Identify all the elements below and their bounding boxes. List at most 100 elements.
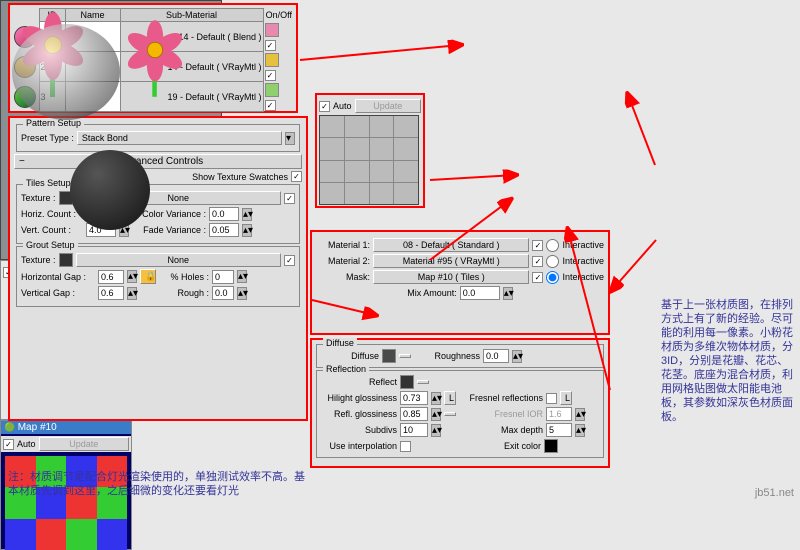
max-depth-field[interactable]: 5 bbox=[546, 423, 572, 437]
col-onoff: On/Off bbox=[263, 9, 293, 22]
rough-label: Rough : bbox=[159, 288, 209, 298]
vert-gap-field[interactable]: 0.6 bbox=[98, 286, 124, 300]
max-depth-label: Max depth bbox=[459, 425, 543, 435]
material2-button[interactable]: Material #95 ( VRayMtl ) bbox=[373, 254, 529, 268]
mask-radio[interactable] bbox=[546, 271, 559, 284]
mask-button[interactable]: Map #10 ( Tiles ) bbox=[373, 270, 529, 284]
refl-map-button[interactable] bbox=[444, 412, 456, 416]
color-swatch[interactable] bbox=[265, 83, 279, 97]
submaterial-button[interactable]: 19 - Default ( VRayMtl ) bbox=[120, 82, 263, 112]
tiles-setup-group: Tiles Setup Texture : None ✓ Horiz. Coun… bbox=[16, 184, 300, 244]
material2-radio[interactable] bbox=[546, 255, 559, 268]
spinner-icon[interactable]: ▴▾ bbox=[237, 270, 247, 283]
grout-texture-none-button[interactable]: None bbox=[76, 253, 281, 267]
spinner-icon[interactable]: ▴▾ bbox=[431, 392, 441, 405]
mix-amount-label: Mix Amount: bbox=[407, 288, 457, 298]
preview-grid-panel: ✓ Auto Update bbox=[315, 93, 425, 208]
holes-field[interactable]: 0 bbox=[212, 270, 234, 284]
interactive-label: Interactive bbox=[562, 272, 604, 282]
fade-variance-field[interactable]: 0.05 bbox=[209, 223, 239, 237]
color-swatch[interactable] bbox=[265, 23, 279, 37]
material1-radio[interactable] bbox=[546, 239, 559, 252]
refl-gloss-field[interactable]: 0.85 bbox=[400, 407, 428, 421]
reflect-label: Reflect bbox=[319, 377, 397, 387]
spinner-icon[interactable]: ▴▾ bbox=[575, 424, 585, 437]
rough-field[interactable]: 0.0 bbox=[212, 286, 234, 300]
grout-setup-group: Grout Setup Texture : None ✓ Horizontal … bbox=[16, 246, 300, 307]
spinner-icon[interactable]: ▴▾ bbox=[431, 424, 441, 437]
update-button[interactable]: Update bbox=[39, 437, 129, 451]
roughness-label: Roughness bbox=[414, 351, 480, 361]
reflection-legend: Reflection bbox=[323, 364, 369, 374]
spinner-icon[interactable]: ▴▾ bbox=[237, 287, 247, 300]
update-button[interactable]: Update bbox=[355, 99, 421, 113]
hilight-gloss-field[interactable]: 0.73 bbox=[400, 391, 428, 405]
spinner-icon[interactable]: ▴▾ bbox=[127, 287, 137, 300]
pattern-setup-group: Pattern Setup Preset Type : Stack Bond ▾ bbox=[16, 124, 300, 152]
preset-type-dropdown[interactable]: Stack Bond bbox=[77, 131, 282, 145]
onoff-checkbox[interactable]: ✓ bbox=[265, 70, 276, 81]
holes-label: % Holes : bbox=[159, 272, 209, 282]
exit-color-swatch[interactable] bbox=[544, 439, 558, 453]
spinner-icon[interactable]: ▴▾ bbox=[431, 408, 441, 421]
dropdown-arrow-icon[interactable]: ▾ bbox=[285, 132, 295, 145]
reflection-group: Reflection Reflect Hilight glossiness 0.… bbox=[316, 370, 604, 458]
fresnel-checkbox[interactable] bbox=[546, 393, 557, 404]
diffuse-legend: Diffuse bbox=[323, 338, 357, 348]
pattern-panel: Pattern Setup Preset Type : Stack Bond ▾… bbox=[8, 116, 308, 421]
material2-label: Material 2: bbox=[316, 256, 370, 266]
onoff-checkbox[interactable]: ✓ bbox=[265, 40, 276, 51]
tiles-setup-legend: Tiles Setup bbox=[23, 178, 74, 188]
texture-checkbox[interactable]: ✓ bbox=[284, 193, 295, 204]
flower-object bbox=[124, 19, 187, 82]
material1-label: Material 1: bbox=[316, 240, 370, 250]
diffuse-swatch[interactable] bbox=[382, 349, 396, 363]
spinner-icon[interactable]: ▴▾ bbox=[242, 208, 252, 221]
mix-amount-field[interactable]: 0.0 bbox=[460, 286, 500, 300]
texture-label: Texture : bbox=[21, 193, 56, 203]
subdivs-label: Subdivs bbox=[319, 425, 397, 435]
auto-label: Auto bbox=[333, 101, 352, 111]
spinner-icon[interactable]: ▴▾ bbox=[127, 270, 137, 283]
interactive-label: Interactive bbox=[562, 240, 604, 250]
lock-button[interactable]: L bbox=[444, 391, 456, 405]
fresnel-ior-field[interactable]: 1.6 bbox=[546, 407, 572, 421]
color-variance-field[interactable]: 0.0 bbox=[209, 207, 239, 221]
horiz-gap-label: Horizontal Gap : bbox=[21, 272, 95, 282]
subdivs-field[interactable]: 10 bbox=[400, 423, 428, 437]
material2-checkbox[interactable]: ✓ bbox=[532, 256, 543, 267]
footnote-text: 注：材质调节是配合灯光渲染使用的，单独测试效率不高。基本材质先调到这里，之后细微… bbox=[8, 470, 308, 498]
grout-texture-swatch[interactable] bbox=[59, 253, 73, 267]
fresnel-lock-button[interactable]: L bbox=[560, 391, 572, 405]
auto-checkbox[interactable]: ✓ bbox=[319, 101, 330, 112]
auto-checkbox[interactable]: ✓ bbox=[3, 439, 14, 450]
spinner-icon[interactable]: ▴▾ bbox=[512, 350, 522, 363]
lock-icon[interactable]: 🔒 bbox=[140, 269, 156, 284]
spinner-icon[interactable]: ▴▾ bbox=[503, 287, 513, 300]
grout-texture-checkbox[interactable]: ✓ bbox=[284, 255, 295, 266]
spinner-icon[interactable]: ▴▾ bbox=[575, 408, 585, 421]
description-text: 基于上一张材质图，在排列方式上有了新的经验。尽可能的利用每一像素。小粉花材质为多… bbox=[661, 298, 797, 424]
roughness-field[interactable]: 0.0 bbox=[483, 349, 509, 363]
reflect-swatch[interactable] bbox=[400, 375, 414, 389]
material1-button[interactable]: 08 - Default ( Standard ) bbox=[373, 238, 529, 252]
mask-checkbox[interactable]: ✓ bbox=[532, 272, 543, 283]
material1-checkbox[interactable]: ✓ bbox=[532, 240, 543, 251]
advanced-controls-header[interactable]: −Advanced Controls bbox=[14, 154, 302, 169]
show-swatches-checkbox[interactable]: ✓ bbox=[291, 171, 302, 182]
use-interp-label: Use interpolation bbox=[319, 441, 397, 451]
vraymtl-panel: Diffuse Diffuse Roughness 0.0▴▾ Reflecti… bbox=[310, 338, 610, 468]
interactive-label: Interactive bbox=[562, 256, 604, 266]
color-swatch[interactable] bbox=[265, 53, 279, 67]
reflect-map-button[interactable] bbox=[417, 380, 429, 384]
horiz-gap-field[interactable]: 0.6 bbox=[98, 270, 124, 284]
preset-type-label: Preset Type : bbox=[21, 133, 74, 143]
spinner-icon[interactable]: ▴▾ bbox=[242, 224, 252, 237]
diffuse-map-button[interactable] bbox=[399, 354, 411, 358]
sphere-overlay bbox=[12, 24, 120, 120]
onoff-checkbox[interactable]: ✓ bbox=[265, 100, 276, 111]
auto-label: Auto bbox=[17, 439, 36, 449]
watermark: jb51.net bbox=[755, 487, 794, 499]
use-interp-checkbox[interactable] bbox=[400, 441, 411, 452]
horiz-count-label: Horiz. Count : bbox=[21, 209, 83, 219]
